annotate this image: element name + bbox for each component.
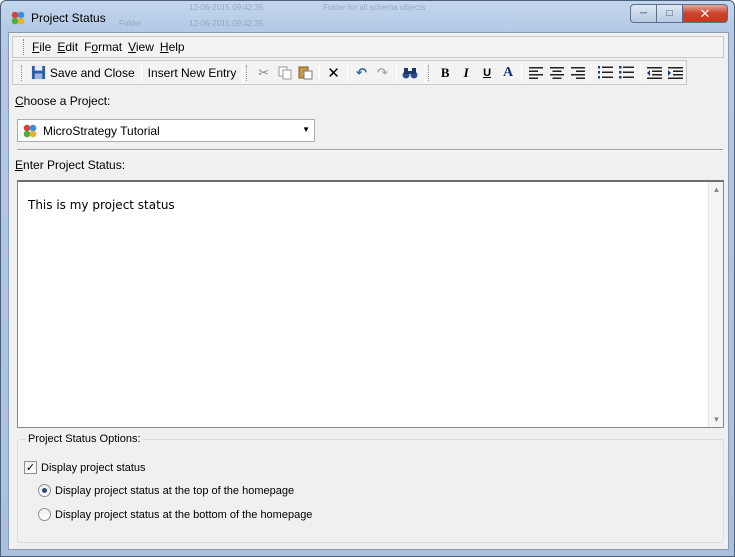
toolbar-separator: [423, 63, 425, 82]
numbered-list-button[interactable]: [595, 62, 616, 83]
toolbar-separator: [640, 63, 642, 82]
numbered-list-icon: [598, 66, 614, 79]
status-textarea[interactable]: This is my project status ▲ ▼: [17, 180, 724, 428]
save-and-close-button[interactable]: Save and Close: [28, 62, 138, 83]
minimize-icon: ─: [639, 8, 648, 19]
paste-icon: [298, 66, 313, 80]
paste-button[interactable]: [295, 62, 316, 83]
align-right-icon: [570, 66, 585, 79]
bullet-list-button[interactable]: [616, 62, 637, 83]
copy-icon: [278, 66, 292, 79]
choose-project-label: Choose a Project:: [15, 94, 111, 108]
toolbar-separator: [319, 63, 321, 82]
italic-button[interactable]: I: [456, 62, 477, 83]
client-area: File Edit Format View Help Save and Clos…: [8, 32, 729, 550]
scroll-down-icon[interactable]: ▼: [709, 412, 724, 427]
ghost-text-4: 12-06-2015 09:42:35: [189, 19, 264, 28]
undo-button[interactable]: ↶: [351, 62, 372, 83]
decrease-indent-button[interactable]: [644, 62, 665, 83]
radio-selected-icon[interactable]: [38, 484, 51, 497]
title-bar[interactable]: Project Status 12-06-2015 09:42:35 Folde…: [1, 1, 734, 33]
undo-icon: ↶: [356, 64, 367, 80]
copy-button[interactable]: [274, 62, 295, 83]
menu-help[interactable]: Help: [160, 40, 185, 54]
enter-status-label-rest: nter Project Status:: [23, 158, 126, 172]
menu-grip[interactable]: [23, 39, 26, 55]
ghost-text-1: 12-06-2015 09:42:35: [189, 3, 264, 12]
checkmark-icon: ✓: [25, 462, 36, 474]
caption-buttons: ─ □ ✕: [630, 4, 728, 23]
project-select[interactable]: MicroStrategy Tutorial ▼: [17, 119, 315, 142]
menu-view[interactable]: View: [128, 40, 154, 54]
cut-icon: ✂: [258, 64, 270, 80]
toolbar-grip-2[interactable]: [246, 64, 249, 81]
status-top-label: Display project status at the top of the…: [55, 484, 295, 497]
menu-file[interactable]: File: [32, 40, 51, 54]
close-button[interactable]: ✕: [683, 4, 728, 23]
delete-icon: ✕: [327, 64, 340, 82]
toolbar-separator: [521, 63, 523, 82]
decrease-indent-icon: [647, 66, 663, 79]
save-icon: [31, 65, 45, 80]
checkbox-box[interactable]: ✓: [24, 461, 37, 474]
status-top-radio[interactable]: Display project status at the top of the…: [38, 484, 294, 497]
font-color-button[interactable]: A: [498, 62, 519, 83]
display-status-label: Display project status: [41, 461, 146, 474]
toolbar-separator: [140, 63, 142, 82]
insert-new-entry-button[interactable]: Insert New Entry: [145, 62, 240, 83]
menu-format[interactable]: Format: [84, 40, 122, 54]
menu-bar: File Edit Format View Help: [12, 36, 724, 58]
insert-new-entry-label: Insert New Entry: [147, 65, 237, 80]
maximize-button[interactable]: □: [657, 4, 683, 23]
toolbar-grip[interactable]: [21, 64, 24, 81]
binoculars-icon: [402, 67, 418, 78]
increase-indent-button[interactable]: [665, 62, 686, 83]
toolbar: Save and Close Insert New Entry ✂ ✕ ↶ ↷ …: [12, 60, 687, 85]
align-right-button[interactable]: [567, 62, 588, 83]
redo-button[interactable]: ↷: [372, 62, 393, 83]
window-title: Project Status: [31, 11, 106, 25]
status-bottom-label: Display project status at the bottom of …: [55, 508, 313, 521]
align-left-icon: [528, 66, 543, 79]
toolbar-grip-3[interactable]: [427, 64, 431, 81]
bold-button[interactable]: B: [435, 62, 456, 83]
chevron-down-icon[interactable]: ▼: [302, 125, 310, 134]
status-bottom-radio[interactable]: Display project status at the bottom of …: [38, 508, 312, 521]
align-left-button[interactable]: [525, 62, 546, 83]
align-center-icon: [549, 66, 564, 79]
toolbar-separator: [242, 63, 244, 82]
minimize-button[interactable]: ─: [630, 4, 657, 23]
find-button[interactable]: [400, 62, 421, 83]
underline-button[interactable]: U: [477, 62, 498, 83]
toolbar-separator: [347, 63, 348, 82]
bullet-list-icon: [619, 66, 635, 79]
display-status-checkbox[interactable]: ✓ Display project status: [24, 461, 146, 474]
toolbar-separator: [395, 63, 397, 82]
ghost-text-2: Folder for all schema objects: [323, 3, 426, 12]
close-icon: ✕: [699, 5, 711, 21]
divider: [17, 149, 723, 151]
status-options-group: Project Status Options: ✓ Display projec…: [17, 433, 724, 543]
status-text: This is my project status: [28, 198, 175, 212]
status-options-legend: Project Status Options:: [26, 433, 143, 445]
enter-status-label: Enter Project Status:: [15, 158, 126, 172]
redo-icon: ↷: [376, 64, 388, 80]
maximize-icon: □: [666, 8, 673, 19]
radio-unselected-icon[interactable]: [38, 508, 51, 521]
scroll-up-icon[interactable]: ▲: [709, 182, 724, 197]
choose-project-label-rest: hoose a Project:: [23, 94, 111, 108]
align-center-button[interactable]: [546, 62, 567, 83]
delete-button[interactable]: ✕: [323, 62, 344, 83]
menu-edit[interactable]: Edit: [57, 40, 78, 54]
project-status-window: Project Status 12-06-2015 09:42:35 Folde…: [0, 0, 735, 557]
save-and-close-label: Save and Close: [49, 65, 135, 80]
ghost-text-3: Folder: [119, 19, 142, 28]
vertical-scrollbar[interactable]: ▲ ▼: [708, 182, 723, 427]
cut-button[interactable]: ✂: [253, 62, 274, 83]
project-select-value: MicroStrategy Tutorial: [43, 123, 160, 138]
project-icon: [23, 124, 37, 137]
toolbar-separator: [591, 63, 593, 82]
increase-indent-icon: [668, 66, 684, 79]
app-icon: [11, 11, 25, 25]
